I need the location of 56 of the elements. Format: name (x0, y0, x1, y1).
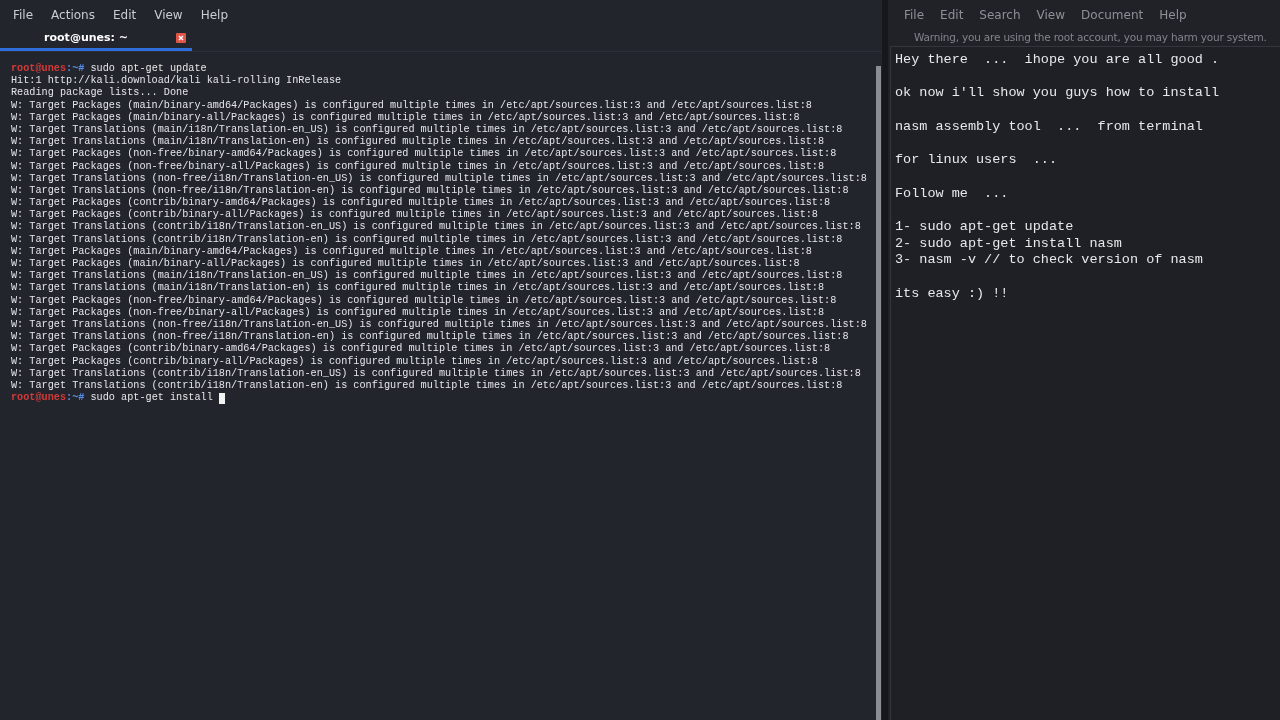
output-line: W: Target Packages (non-free/binary-amd64/Packages) is configured multiple times in /etc/apt/sources.list:3 and /etc/apt/sources.list:8 (11, 148, 838, 161)
text-line: Follow me ... (895, 185, 1010, 203)
scrollbar[interactable] (876, 66, 881, 720)
output-line: W: Target Packages (non-free/binary-all/Packages) is configured multiple times in /etc/apt/sources.list:3 and /etc/apt/sources.list:8 (11, 306, 826, 319)
output-line: W: Target Packages (contrib/binary-amd64/Packages) is configured multiple times in /etc/apt/sources.list:3 and /etc/apt/sources.list:8 (11, 197, 832, 209)
output-line: W: Target Packages (main/binary-amd64/Packages) is configured multiple times in /etc/apt/sources.list:3 and /etc/apt/sources.list:8 (11, 245, 813, 258)
warning-text: Warning, you are using the root account, you may harm your system. (913, 30, 1268, 45)
text-line: nasm assembly tool ... from terminal (895, 118, 1204, 136)
output-line: W: Target Packages (main/binary-all/Packages) is configured multiple times in /etc/apt/sources.list:3 and /etc/apt/sources.list:8 (11, 111, 801, 124)
output-line: Reading package lists... Done (11, 87, 190, 100)
output-line: W: Target Translations (contrib/i18n/Translation-en_US) is configured multiple times in /etc/apt/sources.list:3 and /etc/apt/sources.list:8 (11, 221, 862, 234)
menu-item[interactable]: Edit (940, 7, 964, 27)
menu-item[interactable]: Edit (112, 7, 137, 27)
output-line: Hit:1 http://kali.download/kali kali-rolling InRelease (11, 75, 343, 87)
output-line: W: Target Translations (non-free/i18n/Translation-en) is configured multiple times in /etc/apt/sources.list:3 and /etc/apt/sources.list:8 (11, 331, 850, 343)
menu-item[interactable]: Document (1081, 7, 1144, 27)
menu-item[interactable]: View (154, 7, 183, 27)
menu-item[interactable]: Actions (51, 7, 95, 27)
menu-item[interactable]: File (13, 7, 34, 27)
prompt-path: :~# (66, 392, 86, 405)
output-line: W: Target Translations (contrib/i18n/Translation-en) is configured multiple times in /etc/apt/sources.list:3 and /etc/apt/sources.list:8 (11, 379, 844, 392)
output-line: W: Target Packages (main/binary-all/Packages) is configured multiple times in /etc/apt/sources.list:3 and /etc/apt/sources.list:8 (11, 258, 801, 270)
output-line: W: Target Translations (main/i18n/Translation-en) is configured multiple times in /etc/apt/sources.list:3 and /etc/apt/sources.list:8 (11, 136, 826, 148)
text-line: its easy :) !! (895, 285, 1010, 303)
output-line: W: Target Translations (non-free/i18n/Translation-en_US) is configured multiple times in /etc/apt/sources.list:3 and /etc/apt/sources.list:8 (11, 172, 868, 185)
output-line: W: Target Packages (contrib/binary-all/Packages) is configured multiple times in /etc/apt/sources.list:3 and /etc/apt/sources.list:8 (11, 209, 819, 221)
text-line: ok now i'll show you guys how to install (895, 85, 1221, 103)
output-line: W: Target Packages (contrib/binary-all/Packages) is configured multiple times in /etc/apt/sources.list:3 and /etc/apt/sources.list:8 (11, 355, 819, 368)
output-line: W: Target Translations (main/i18n/Translation-en_US) is configured multiple times in /etc/apt/sources.list:3 and /etc/apt/sources.list:8 (11, 270, 844, 282)
output-line: W: Target Translations (non-free/i18n/Translation-en) is configured multiple times in /etc/apt/sources.list:3 and /etc/apt/sources.list:8 (11, 184, 850, 197)
command-text: sudo apt-get update (90, 63, 207, 75)
output-line: W: Target Packages (non-free/binary-all/Packages) is configured multiple times in /etc/apt/sources.list:3 and /etc/apt/sources.list:8 (11, 160, 826, 173)
text-line: Hey there ... ihope you are all good . (895, 52, 1221, 69)
output-line: W: Target Packages (main/binary-amd64/Packages) is configured multiple times in /etc/apt/sources.list:3 and /etc/apt/sources.list:8 (11, 99, 813, 112)
prompt-user: root@unes (11, 63, 67, 75)
output-line: W: Target Translations (non-free/i18n/Translation-en_US) is configured multiple times in /etc/apt/sources.list:3 and /etc/apt/sources.list:8 (11, 318, 868, 331)
text-line: 2- sudo apt-get install nasm (895, 235, 1123, 253)
output-line: W: Target Packages (non-free/binary-amd64/Packages) is configured multiple times in /etc/apt/sources.list:3 and /etc/apt/sources.list:8 (11, 294, 838, 307)
output-line: W: Target Translations (contrib/i18n/Translation-en) is configured multiple times in /etc/apt/sources.list:3 and /etc/apt/sources.list:8 (11, 233, 844, 246)
output-line: W: Target Packages (contrib/binary-amd64/Packages) is configured multiple times in /etc/apt/sources.list:3 and /etc/apt/sources.list:8 (11, 343, 832, 356)
prompt-path: :~# (66, 63, 86, 75)
menu-item[interactable]: File (904, 7, 925, 27)
output-line: W: Target Translations (contrib/i18n/Translation-en_US) is configured multiple times in /etc/apt/sources.list:3 and /etc/apt/sources.list:8 (11, 367, 862, 380)
text-line: 3- nasm -v // to check version of nasm (895, 252, 1204, 270)
menu-item[interactable]: Help (1159, 7, 1187, 27)
menu-item[interactable]: View (1036, 7, 1066, 27)
output-line: W: Target Translations (main/i18n/Translation-en_US) is configured multiple times in /etc/apt/sources.list:3 and /etc/apt/sources.list:8 (11, 123, 844, 136)
prompt-user: root@unes (11, 392, 67, 405)
output-line: W: Target Translations (main/i18n/Translation-en) is configured multiple times in /etc/apt/sources.list:3 and /etc/apt/sources.list:8 (11, 282, 826, 295)
menu-item[interactable]: Help (200, 7, 229, 27)
command-text: sudo apt-get install (90, 392, 214, 405)
close-icon[interactable] (176, 32, 186, 43)
menu-item[interactable]: Search (979, 7, 1021, 27)
text-line: 1- sudo apt-get update (895, 218, 1075, 236)
tab[interactable]: root@unes: ~ (0, 27, 192, 51)
text-line: for linux users ... (895, 152, 1059, 169)
